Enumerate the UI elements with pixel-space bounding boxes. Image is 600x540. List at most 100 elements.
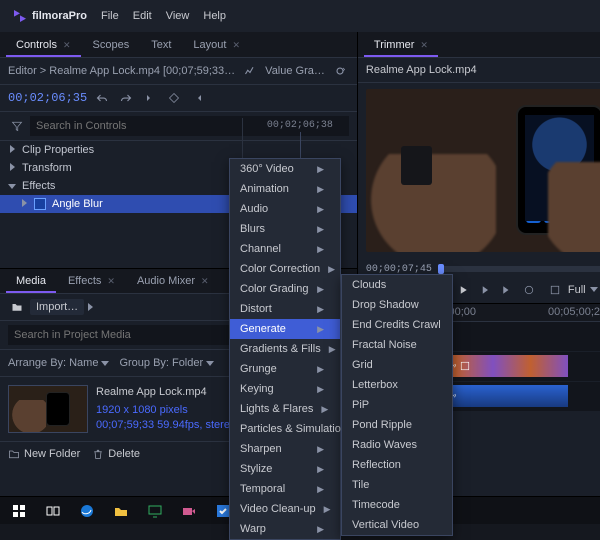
submenu-item-tile[interactable]: Tile bbox=[342, 475, 452, 495]
loop-icon[interactable] bbox=[520, 281, 538, 299]
go-end-icon[interactable] bbox=[498, 281, 516, 299]
submenu-item-end-credits-crawl[interactable]: End Credits Crawl bbox=[342, 315, 452, 335]
menu-item-distort[interactable]: Distort▶ bbox=[230, 299, 340, 319]
menu-item-label: Pond Ripple bbox=[352, 419, 412, 431]
menu-item-generate[interactable]: Generate▶ bbox=[230, 319, 340, 339]
submenu-item-grid[interactable]: Grid bbox=[342, 355, 452, 375]
submenu-item-drop-shadow[interactable]: Drop Shadow bbox=[342, 295, 452, 315]
close-icon[interactable]: ✕ bbox=[232, 40, 240, 51]
delete-button[interactable]: Delete bbox=[92, 448, 140, 460]
submenu-item-pond-ripple[interactable]: Pond Ripple bbox=[342, 415, 452, 435]
fx-icon bbox=[460, 361, 470, 371]
menu-item-keying[interactable]: Keying▶ bbox=[230, 379, 340, 399]
value-graph-icon[interactable] bbox=[241, 62, 259, 80]
loop-icon[interactable] bbox=[331, 62, 349, 80]
menu-item-animation[interactable]: Animation▶ bbox=[230, 179, 340, 199]
menu-item-label: 360° Video bbox=[240, 163, 294, 175]
close-icon[interactable]: ✕ bbox=[63, 40, 71, 51]
submenu-item-fractal-noise[interactable]: Fractal Noise bbox=[342, 335, 452, 355]
tab-audio-mixer[interactable]: Audio Mixer ✕ bbox=[127, 271, 219, 293]
menu-item-sharpen[interactable]: Sharpen▶ bbox=[230, 439, 340, 459]
start-button[interactable] bbox=[4, 499, 34, 523]
menu-item-grunge[interactable]: Grunge▶ bbox=[230, 359, 340, 379]
tab-media[interactable]: Media bbox=[6, 271, 56, 293]
tab-scopes[interactable]: Scopes bbox=[83, 35, 140, 57]
folder-icon[interactable] bbox=[8, 298, 26, 316]
menu-file[interactable]: File bbox=[101, 10, 119, 22]
timecode[interactable]: 00;02;06;35 bbox=[8, 91, 87, 105]
tab-effects[interactable]: Effects✕ bbox=[58, 271, 125, 293]
menu-item-audio[interactable]: Audio▶ bbox=[230, 199, 340, 219]
keyframe-icon[interactable] bbox=[165, 89, 183, 107]
menu-item-video-clean-up[interactable]: Video Clean-up▶ bbox=[230, 499, 340, 519]
menu-item-label: Tile bbox=[352, 479, 369, 491]
chevron-down-icon[interactable] bbox=[8, 180, 16, 192]
value-graph-label[interactable]: Value Gra… bbox=[265, 65, 325, 77]
submenu-item-letterbox[interactable]: Letterbox bbox=[342, 375, 452, 395]
menu-item-label: Generate bbox=[240, 323, 286, 335]
edge-icon[interactable] bbox=[72, 499, 102, 523]
breadcrumb: Editor > Realme App Lock.mp4 [00;07;59;3… bbox=[8, 65, 235, 77]
menu-item-warp[interactable]: Warp▶ bbox=[230, 519, 340, 539]
scrub-bar[interactable] bbox=[438, 266, 600, 272]
menu-item-label: Warp bbox=[240, 523, 266, 535]
tab-label: Audio Mixer bbox=[137, 275, 195, 287]
menu-item-lights-flares[interactable]: Lights & Flares▶ bbox=[230, 399, 340, 419]
submenu-item-clouds[interactable]: Clouds bbox=[342, 275, 452, 295]
filter-icon[interactable] bbox=[8, 117, 26, 135]
chevron-right-icon[interactable] bbox=[20, 198, 28, 210]
tab-text[interactable]: Text bbox=[141, 35, 181, 57]
menu-item-blurs[interactable]: Blurs▶ bbox=[230, 219, 340, 239]
explorer-icon[interactable] bbox=[106, 499, 136, 523]
camera-icon[interactable] bbox=[174, 499, 204, 523]
step-fwd-icon[interactable] bbox=[476, 281, 494, 299]
submenu-item-radio-waves[interactable]: Radio Waves bbox=[342, 435, 452, 455]
monitor-icon[interactable] bbox=[140, 499, 170, 523]
arrange-by-dropdown[interactable]: Arrange By: Name bbox=[8, 357, 109, 369]
zoom-dropdown[interactable]: Full bbox=[568, 284, 598, 296]
folder-crumb[interactable]: Import… bbox=[30, 299, 84, 315]
menu-item-particles-simulation[interactable]: Particles & Simulation▶ bbox=[230, 419, 340, 439]
tab-label: Scopes bbox=[93, 39, 130, 51]
submenu-item-timecode[interactable]: Timecode bbox=[342, 495, 452, 515]
redo-icon[interactable] bbox=[117, 89, 135, 107]
tab-layout[interactable]: Layout✕ bbox=[183, 35, 250, 57]
menu-item-label: Letterbox bbox=[352, 379, 398, 391]
undo-icon[interactable] bbox=[93, 89, 111, 107]
tab-trimmer[interactable]: Trimmer ✕ bbox=[364, 35, 438, 57]
menu-edit[interactable]: Edit bbox=[133, 10, 152, 22]
menu-item-label: Stylize bbox=[240, 463, 272, 475]
submenu-item-vertical-video[interactable]: Vertical Video bbox=[342, 515, 452, 535]
menu-item-360-video[interactable]: 360° Video▶ bbox=[230, 159, 340, 179]
close-icon[interactable]: ✕ bbox=[107, 276, 115, 287]
arrange-by-value: Name bbox=[69, 357, 98, 369]
menu-item-color-correction[interactable]: Color Correction▶ bbox=[230, 259, 340, 279]
submenu-item-reflection[interactable]: Reflection bbox=[342, 455, 452, 475]
options-icon[interactable] bbox=[546, 281, 564, 299]
menu-view[interactable]: View bbox=[166, 10, 190, 22]
menu-item-color-grading[interactable]: Color Grading▶ bbox=[230, 279, 340, 299]
tab-controls[interactable]: Controls✕ bbox=[6, 35, 81, 57]
menu-item-gradients-fills[interactable]: Gradients & Fills▶ bbox=[230, 339, 340, 359]
prev-key-icon[interactable] bbox=[141, 89, 159, 107]
submenu-item-pip[interactable]: PiP bbox=[342, 395, 452, 415]
menu-item-stylize[interactable]: Stylize▶ bbox=[230, 459, 340, 479]
folder-plus-icon bbox=[8, 448, 20, 460]
menu-item-label: Video Clean-up bbox=[240, 503, 316, 515]
close-icon[interactable]: ✕ bbox=[201, 276, 209, 287]
play-icon[interactable] bbox=[454, 281, 472, 299]
chevron-right-icon[interactable] bbox=[8, 144, 16, 156]
menu-item-label: End Credits Crawl bbox=[352, 319, 441, 331]
chevron-right-icon[interactable] bbox=[8, 162, 16, 174]
menu-item-label: Particles & Simulation bbox=[240, 423, 347, 435]
menu-item-channel[interactable]: Channel▶ bbox=[230, 239, 340, 259]
group-by-dropdown[interactable]: Group By: Folder bbox=[119, 357, 214, 369]
menu-item-temporal[interactable]: Temporal▶ bbox=[230, 479, 340, 499]
logo-icon bbox=[12, 8, 28, 24]
preview-viewport[interactable] bbox=[366, 89, 600, 252]
close-icon[interactable]: ✕ bbox=[420, 40, 428, 51]
task-view-icon[interactable] bbox=[38, 499, 68, 523]
next-key-icon[interactable] bbox=[189, 89, 207, 107]
new-folder-button[interactable]: New Folder bbox=[8, 448, 80, 460]
menu-help[interactable]: Help bbox=[203, 10, 226, 22]
